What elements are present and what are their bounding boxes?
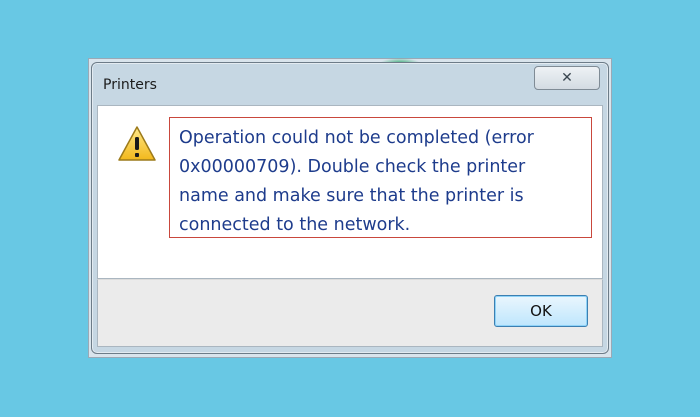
printers-dialog: Printers ✕ Operation could not be comple… xyxy=(91,62,609,354)
dialog-title: Printers xyxy=(103,77,157,93)
dialog-content: Operation could not be completed (error … xyxy=(97,105,603,279)
error-message-highlight: Operation could not be completed (error … xyxy=(169,117,592,238)
dialog-footer: OK xyxy=(97,279,603,347)
close-icon: ✕ xyxy=(561,70,573,86)
error-message: Operation could not be completed (error … xyxy=(179,128,534,235)
ok-button[interactable]: OK xyxy=(494,295,588,327)
dialog-titlebar[interactable]: Printers ✕ xyxy=(92,63,608,105)
warning-icon xyxy=(118,126,156,161)
close-button[interactable]: ✕ xyxy=(534,66,600,90)
